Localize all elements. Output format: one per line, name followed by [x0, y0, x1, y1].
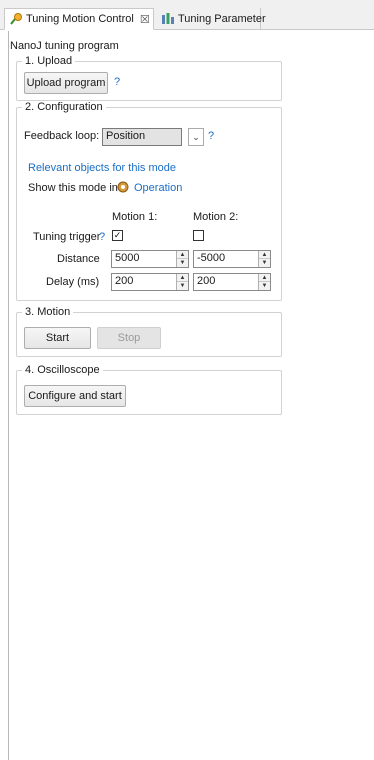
- tab-tuning-parameter[interactable]: Tuning Parameter: [155, 8, 266, 30]
- delay-motion2-value: 200: [197, 275, 216, 287]
- distance-motion1-value: 5000: [115, 252, 140, 264]
- tuning-trigger-motion2-checkbox[interactable]: [193, 230, 204, 241]
- motion-control-icon: [9, 12, 23, 26]
- distance-motion2-value: -5000: [197, 252, 226, 264]
- spinner-arrows-icon[interactable]: ▲ ▼: [176, 251, 188, 267]
- feedback-loop-select[interactable]: Position: [102, 128, 182, 146]
- motion2-header: Motion 2:: [193, 211, 239, 223]
- spinner-arrows-icon[interactable]: ▲ ▼: [176, 274, 188, 290]
- tuning-trigger-motion1-checkbox[interactable]: ✓: [112, 230, 123, 241]
- parameter-icon: [161, 12, 175, 26]
- gear-icon: [116, 180, 130, 197]
- show-mode-label: Show this mode in: [28, 182, 118, 194]
- configuration-legend: 2. Configuration: [22, 101, 106, 113]
- tuning-trigger-label: Tuning trigger: [33, 231, 101, 243]
- distance-motion2-input[interactable]: -5000 ▲ ▼: [193, 250, 271, 268]
- configure-and-start-button[interactable]: Configure and start: [24, 385, 126, 407]
- start-button[interactable]: Start: [24, 327, 91, 349]
- upload-help-icon[interactable]: ?: [114, 76, 120, 88]
- relevant-objects-link[interactable]: Relevant objects for this mode: [28, 162, 176, 174]
- close-icon[interactable]: ☒: [140, 13, 150, 26]
- chevron-down-icon[interactable]: ⌄: [188, 128, 204, 146]
- editor-tab-strip: Tuning Motion Control ☒ Tuning Parameter: [0, 0, 374, 30]
- distance-motion1-input[interactable]: 5000 ▲ ▼: [111, 250, 189, 268]
- tab-tuning-motion-control[interactable]: Tuning Motion Control ☒: [4, 8, 154, 30]
- tab-label: Tuning Parameter: [178, 13, 266, 25]
- delay-label: Delay (ms): [46, 276, 100, 288]
- spinner-arrows-icon[interactable]: ▲ ▼: [258, 274, 270, 290]
- oscilloscope-legend: 4. Oscilloscope: [22, 364, 103, 376]
- delay-motion1-value: 200: [115, 275, 134, 287]
- feedback-loop-label: Feedback loop:: [24, 130, 100, 142]
- upload-legend: 1. Upload: [22, 55, 76, 67]
- distance-label: Distance: [57, 253, 100, 265]
- stop-button[interactable]: Stop: [97, 327, 161, 349]
- delay-motion2-input[interactable]: 200 ▲ ▼: [193, 273, 271, 291]
- tab-label: Tuning Motion Control: [26, 13, 134, 25]
- motion-legend: 3. Motion: [22, 306, 74, 318]
- program-title: NanoJ tuning program: [10, 40, 119, 52]
- feedback-help-icon[interactable]: ?: [208, 130, 214, 142]
- delay-motion1-input[interactable]: 200 ▲ ▼: [111, 273, 189, 291]
- operation-link[interactable]: Operation: [134, 182, 182, 194]
- upload-program-button[interactable]: Upload program: [24, 72, 108, 94]
- tuning-trigger-help-icon[interactable]: ?: [99, 231, 105, 243]
- spinner-arrows-icon[interactable]: ▲ ▼: [258, 251, 270, 267]
- motion1-header: Motion 1:: [112, 211, 158, 223]
